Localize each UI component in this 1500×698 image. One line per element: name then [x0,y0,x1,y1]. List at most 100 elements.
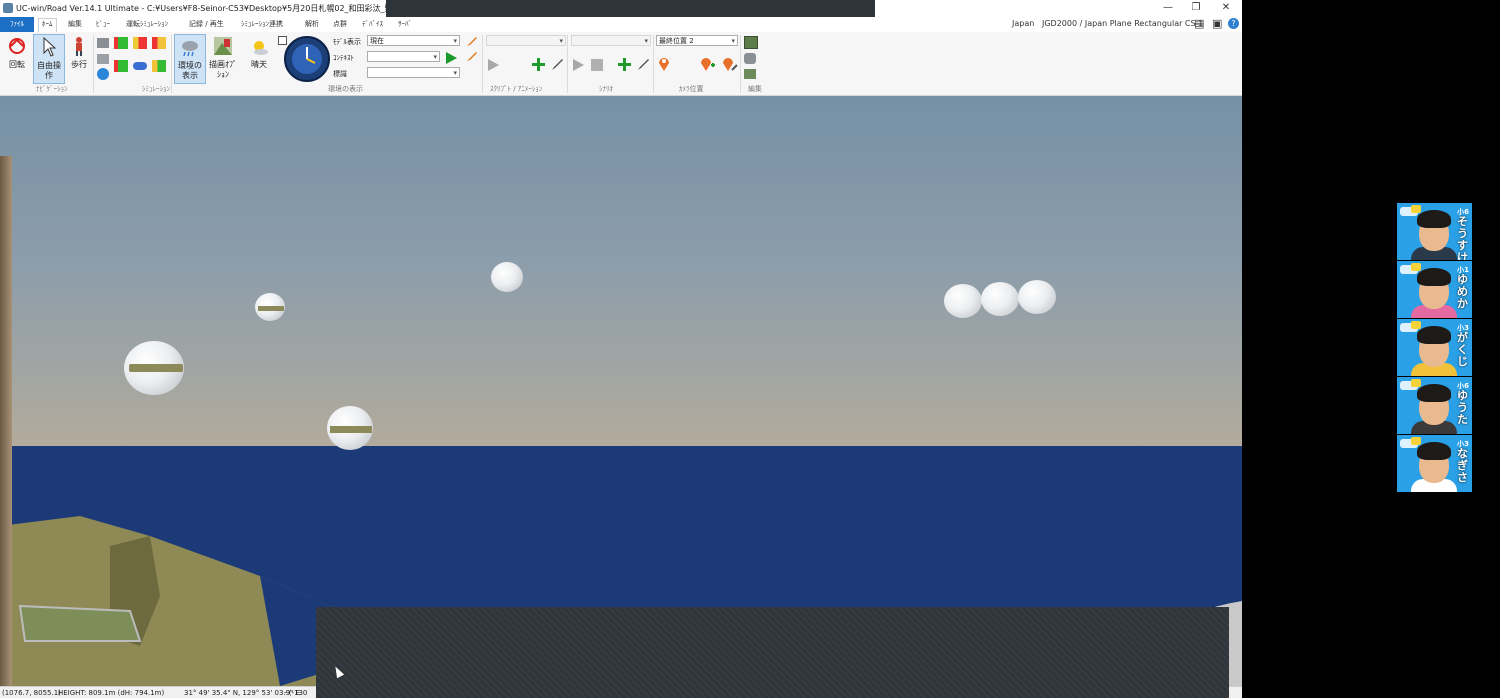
draw-option-label: 描画ｵﾌﾟｼｮﾝ [209,60,237,79]
scene-edit-icon[interactable] [744,69,756,79]
logo-icon [1411,379,1421,387]
rain-cloud-icon [182,41,198,57]
weather-button[interactable]: 晴天 [244,34,274,82]
marker-label: 標識 [333,70,347,78]
settings-gear-icon[interactable] [97,68,109,80]
logo-icon [1411,205,1421,213]
scenario-add-plus-icon[interactable] [617,57,632,72]
chat-icon[interactable]: ▤ [1194,17,1204,30]
rotate-button[interactable]: 回転 [2,34,32,82]
marker-select[interactable]: ▾ [367,67,460,78]
tab-file[interactable]: ﾌｧｲﾙ [0,17,34,32]
vehicle-signal-icon[interactable] [114,60,128,72]
chevron-down-icon: ▾ [453,37,457,45]
traffic-warning-icon[interactable] [152,37,166,49]
environment-display-button[interactable]: 環境の表示 [174,34,206,84]
participant-tile[interactable]: 小3 がくじ [1397,319,1472,376]
status-height: HEIGHT: 809.1m (dH: 794.1m) [58,689,165,697]
tab-simulation-link[interactable]: ｼﾐｭﾚｰｼｮﾝ連携 [241,19,283,29]
crs-label: JGD2000 / Japan Plane Rectangular CS 1 [1042,19,1204,28]
map-pin-icon[interactable] [657,56,671,72]
participant-panel: 小6 そうすけ 小1 ゆめか 小3 がくじ 小6 ゆうた 小3 なぎさ [1397,203,1472,494]
model-display-value: 現在 [370,37,384,45]
model-edit-icon[interactable] [744,53,756,64]
map-pin-edit-icon[interactable] [722,56,738,72]
navigation-group-label: ﾅﾋﾞｹﾞｰｼｮﾝ [36,85,68,93]
window-title: UC-win/Road Ver.14.1 Ultimate - C:¥Users… [16,4,449,13]
play-disabled-icon[interactable] [486,58,500,72]
help-icon[interactable]: ? [1228,18,1239,29]
participant-name: そうすけ [1457,215,1468,261]
logo-icon [1411,321,1421,329]
camera-position-select[interactable]: 最終位置 2 ▾ [656,35,738,46]
model-display-select[interactable]: 現在 ▾ [367,35,460,46]
separator [171,35,172,93]
separator [740,35,741,93]
edit-pencil-icon[interactable] [551,57,565,71]
pencil-icon[interactable] [466,50,478,62]
tab-analysis[interactable]: 解析 [305,19,319,29]
model-display-label: ﾓﾃﾞﾙ表示 [333,38,361,46]
close-button[interactable]: ✕ [1216,2,1236,13]
3d-viewport[interactable] [0,96,1242,686]
participant-tile[interactable]: 小1 ゆめか [1397,261,1472,318]
vehicle-flow-icon[interactable] [152,60,166,72]
environment-display-label: 環境の表示 [178,61,202,80]
tab-driving-simulation[interactable]: 運転ｼﾐｭﾚｰｼｮﾝ [126,19,168,29]
add-plus-icon[interactable] [531,57,546,72]
separator [567,35,568,93]
free-control-button[interactable]: 自由操作 [33,34,65,84]
logo-icon [1411,437,1421,445]
context-select[interactable]: ▾ [367,51,440,62]
tab-home[interactable]: ﾎｰﾑ [38,18,57,33]
walk-label: 歩行 [71,60,87,69]
status-coords: (1076.7, 8055.1) [2,689,61,697]
sky-sphere[interactable] [981,282,1019,316]
sim-gray-icon[interactable] [97,38,109,48]
participant-hair [1417,442,1451,460]
participant-tile[interactable]: 小6 そうすけ [1397,203,1472,260]
map-pin-add-icon[interactable] [700,56,716,72]
sun-icon [254,41,268,55]
tab-edit[interactable]: 編集 [68,19,82,29]
scenario-play-icon[interactable] [571,58,585,72]
logo-icon [1411,263,1421,271]
car-icon[interactable] [133,62,147,70]
scenario-edit-pencil-icon[interactable] [637,57,651,71]
sky-sphere[interactable] [491,262,523,292]
tab-device[interactable]: ﾃﾞﾊﾞｲｽ [362,19,383,29]
tab-server[interactable]: ｻｰﾊﾞ [398,19,412,29]
participant-tile[interactable]: 小3 なぎさ [1397,435,1472,492]
participant-hair [1417,268,1451,286]
simulation-group-label: ｼﾐｭﾚｰｼｮﾝ [142,85,170,93]
save-icon[interactable]: ▣ [1212,17,1222,30]
walk-button[interactable]: 歩行 [64,34,94,82]
traffic-stop-icon[interactable] [133,37,147,49]
restore-button[interactable]: ❐ [1186,2,1206,13]
draw-option-button[interactable]: 描画ｵﾌﾟｼｮﾝ [208,34,238,82]
chevron-down-icon: ▾ [644,37,648,45]
traffic-signal-icon[interactable] [114,37,128,49]
sim-speaker-icon[interactable] [97,54,109,64]
clock-icon[interactable] [284,36,330,82]
app-window: UC-win/Road Ver.14.1 Ultimate - C:¥Users… [0,0,1242,698]
tab-point-cloud[interactable]: 点群 [333,19,347,29]
pencil-icon[interactable] [466,35,478,47]
free-control-label: 自由操作 [37,61,61,80]
tall-post [0,156,12,686]
script-select[interactable]: ▾ [486,35,566,46]
tab-view[interactable]: ﾋﾞｭｰ [96,19,110,29]
context-label: ｺﾝﾃｷｽﾄ [333,54,354,62]
tab-record-playback[interactable]: 記録 / 再生 [189,19,224,29]
chevron-down-icon: ▾ [433,53,437,61]
sphere-band [330,426,372,433]
play-icon[interactable] [444,51,458,65]
participant-tile[interactable]: 小6 ゆうた [1397,377,1472,434]
landscape-icon [214,37,232,55]
stop-icon[interactable] [591,59,603,71]
sky-sphere[interactable] [944,284,982,318]
scenario-select[interactable]: ▾ [571,35,651,46]
minimize-button[interactable]: — [1158,2,1178,13]
sky-sphere[interactable] [1018,280,1056,314]
terrain-edit-icon[interactable] [744,36,758,49]
